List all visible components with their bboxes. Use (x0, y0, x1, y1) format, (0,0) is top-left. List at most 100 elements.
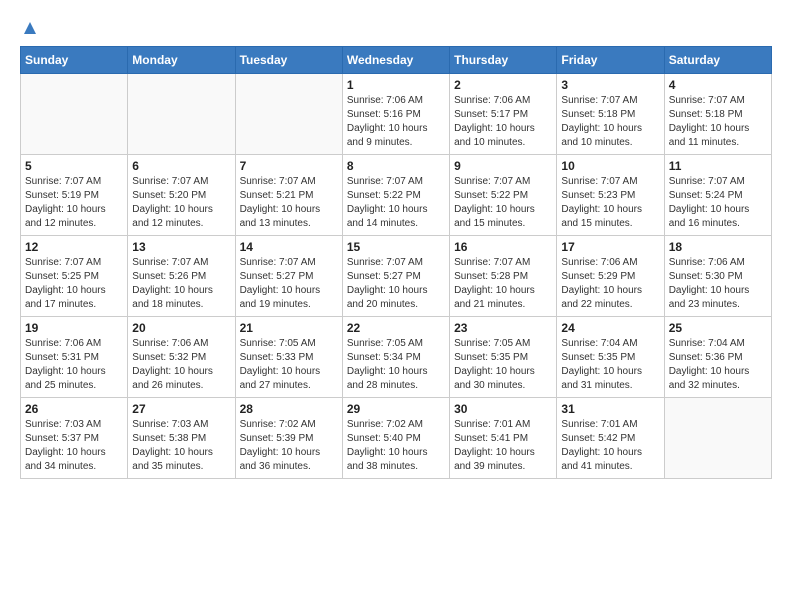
calendar-day-cell: 17 Sunrise: 7:06 AMSunset: 5:29 PMDayligh… (557, 236, 664, 317)
day-info: Sunrise: 7:07 AMSunset: 5:18 PMDaylight:… (669, 94, 767, 150)
day-number: 16 (454, 240, 552, 254)
calendar-day-cell (128, 74, 235, 155)
day-number: 19 (25, 321, 123, 335)
calendar-day-cell: 15Sunrise: 7:07 AMSunset: 5:27 PMDayligh… (342, 236, 449, 317)
day-info: Sunrise: 7:06 AMSunset: 5:32 PMDaylight:… (132, 337, 230, 393)
calendar-day-cell: 19 Sunrise: 7:06 AMSunset: 5:31 PMDayligh… (21, 317, 128, 398)
calendar-day-cell: 6 Sunrise: 7:07 AMSunset: 5:20 PMDaylight… (128, 155, 235, 236)
day-number: 7 (240, 159, 338, 173)
day-of-week-header: Tuesday (235, 47, 342, 74)
calendar-week-row: 1 Sunrise: 7:06 AMSunset: 5:16 PMDaylight… (21, 74, 772, 155)
day-number: 26 (25, 402, 123, 416)
day-number: 5 (25, 159, 123, 173)
day-info: Sunrise: 7:07 AMSunset: 5:24 PMDaylight:… (669, 175, 767, 231)
calendar-week-row: 5 Sunrise: 7:07 AMSunset: 5:19 PMDaylight… (21, 155, 772, 236)
day-info: Sunrise: 7:02 AMSunset: 5:40 PMDaylight:… (347, 418, 445, 474)
calendar-day-cell: 31 Sunrise: 7:01 AMSunset: 5:42 PMDayligh… (557, 398, 664, 479)
day-number: 2 (454, 78, 552, 92)
calendar-day-cell: 14 Sunrise: 7:07 AMSunset: 5:27 PMDayligh… (235, 236, 342, 317)
day-info: Sunrise: 7:06 AMSunset: 5:16 PMDaylight:… (347, 94, 445, 150)
calendar-day-cell: 12 Sunrise: 7:07 AMSunset: 5:25 PMDayligh… (21, 236, 128, 317)
logo (20, 20, 38, 36)
day-info: Sunrise: 7:07 AMSunset: 5:19 PMDaylight:… (25, 175, 123, 231)
calendar-week-row: 26 Sunrise: 7:03 AMSunset: 5:37 PMDayligh… (21, 398, 772, 479)
calendar-day-cell: 16 Sunrise: 7:07 AMSunset: 5:28 PMDayligh… (450, 236, 557, 317)
day-info: Sunrise: 7:07 AMSunset: 5:28 PMDaylight:… (454, 256, 552, 312)
day-number: 25 (669, 321, 767, 335)
day-number: 15 (347, 240, 445, 254)
calendar-day-cell: 7 Sunrise: 7:07 AMSunset: 5:21 PMDaylight… (235, 155, 342, 236)
day-info: Sunrise: 7:06 AMSunset: 5:29 PMDaylight:… (561, 256, 659, 312)
calendar-day-cell: 23 Sunrise: 7:05 AMSunset: 5:35 PMDayligh… (450, 317, 557, 398)
calendar-week-row: 19 Sunrise: 7:06 AMSunset: 5:31 PMDayligh… (21, 317, 772, 398)
calendar-table: SundayMondayTuesdayWednesdayThursdayFrid… (20, 46, 772, 479)
day-info: Sunrise: 7:05 AMSunset: 5:34 PMDaylight:… (347, 337, 445, 393)
day-info: Sunrise: 7:05 AMSunset: 5:35 PMDaylight:… (454, 337, 552, 393)
day-info: Sunrise: 7:06 AMSunset: 5:30 PMDaylight:… (669, 256, 767, 312)
day-of-week-header: Thursday (450, 47, 557, 74)
day-number: 20 (132, 321, 230, 335)
calendar-day-cell: 13Sunrise: 7:07 AMSunset: 5:26 PMDayligh… (128, 236, 235, 317)
day-number: 31 (561, 402, 659, 416)
calendar-day-cell: 30Sunrise: 7:01 AMSunset: 5:41 PMDayligh… (450, 398, 557, 479)
day-number: 27 (132, 402, 230, 416)
page-header (20, 20, 772, 36)
day-number: 9 (454, 159, 552, 173)
calendar-day-cell: 26 Sunrise: 7:03 AMSunset: 5:37 PMDayligh… (21, 398, 128, 479)
calendar-day-cell: 3Sunrise: 7:07 AMSunset: 5:18 PMDaylight… (557, 74, 664, 155)
calendar-header-row: SundayMondayTuesdayWednesdayThursdayFrid… (21, 47, 772, 74)
day-of-week-header: Monday (128, 47, 235, 74)
day-number: 30 (454, 402, 552, 416)
calendar-day-cell: 11 Sunrise: 7:07 AMSunset: 5:24 PMDayligh… (664, 155, 771, 236)
calendar-day-cell: 1 Sunrise: 7:06 AMSunset: 5:16 PMDaylight… (342, 74, 449, 155)
day-info: Sunrise: 7:07 AMSunset: 5:22 PMDaylight:… (347, 175, 445, 231)
day-of-week-header: Wednesday (342, 47, 449, 74)
day-info: Sunrise: 7:04 AMSunset: 5:35 PMDaylight:… (561, 337, 659, 393)
day-info: Sunrise: 7:03 AMSunset: 5:37 PMDaylight:… (25, 418, 123, 474)
calendar-day-cell (235, 74, 342, 155)
calendar-day-cell: 9 Sunrise: 7:07 AMSunset: 5:22 PMDaylight… (450, 155, 557, 236)
calendar-day-cell: 8 Sunrise: 7:07 AMSunset: 5:22 PMDaylight… (342, 155, 449, 236)
day-info: Sunrise: 7:02 AMSunset: 5:39 PMDaylight:… (240, 418, 338, 474)
day-number: 24 (561, 321, 659, 335)
day-number: 21 (240, 321, 338, 335)
day-number: 3 (561, 78, 659, 92)
day-number: 23 (454, 321, 552, 335)
day-info: Sunrise: 7:05 AMSunset: 5:33 PMDaylight:… (240, 337, 338, 393)
day-number: 8 (347, 159, 445, 173)
calendar-day-cell: 5 Sunrise: 7:07 AMSunset: 5:19 PMDaylight… (21, 155, 128, 236)
day-number: 4 (669, 78, 767, 92)
day-number: 6 (132, 159, 230, 173)
day-number: 14 (240, 240, 338, 254)
day-info: Sunrise: 7:07 AMSunset: 5:22 PMDaylight:… (454, 175, 552, 231)
day-info: Sunrise: 7:07 AMSunset: 5:20 PMDaylight:… (132, 175, 230, 231)
calendar-day-cell: 27 Sunrise: 7:03 AMSunset: 5:38 PMDayligh… (128, 398, 235, 479)
day-number: 22 (347, 321, 445, 335)
calendar-day-cell: 20 Sunrise: 7:06 AMSunset: 5:32 PMDayligh… (128, 317, 235, 398)
calendar-day-cell: 22 Sunrise: 7:05 AMSunset: 5:34 PMDayligh… (342, 317, 449, 398)
day-info: Sunrise: 7:07 AMSunset: 5:21 PMDaylight:… (240, 175, 338, 231)
day-info: Sunrise: 7:03 AMSunset: 5:38 PMDaylight:… (132, 418, 230, 474)
calendar-day-cell: 28 Sunrise: 7:02 AMSunset: 5:39 PMDayligh… (235, 398, 342, 479)
day-number: 17 (561, 240, 659, 254)
day-number: 11 (669, 159, 767, 173)
day-of-week-header: Friday (557, 47, 664, 74)
day-number: 18 (669, 240, 767, 254)
calendar-day-cell: 24 Sunrise: 7:04 AMSunset: 5:35 PMDayligh… (557, 317, 664, 398)
calendar-day-cell: 29Sunrise: 7:02 AMSunset: 5:40 PMDayligh… (342, 398, 449, 479)
calendar-day-cell: 18 Sunrise: 7:06 AMSunset: 5:30 PMDayligh… (664, 236, 771, 317)
day-info: Sunrise: 7:01 AMSunset: 5:42 PMDaylight:… (561, 418, 659, 474)
day-number: 28 (240, 402, 338, 416)
day-number: 10 (561, 159, 659, 173)
day-number: 12 (25, 240, 123, 254)
day-info: Sunrise: 7:07 AMSunset: 5:27 PMDaylight:… (240, 256, 338, 312)
calendar-week-row: 12 Sunrise: 7:07 AMSunset: 5:25 PMDayligh… (21, 236, 772, 317)
day-number: 1 (347, 78, 445, 92)
day-number: 13 (132, 240, 230, 254)
day-of-week-header: Saturday (664, 47, 771, 74)
logo-icon (22, 20, 38, 36)
calendar-day-cell: 2Sunrise: 7:06 AMSunset: 5:17 PMDaylight… (450, 74, 557, 155)
day-info: Sunrise: 7:06 AMSunset: 5:31 PMDaylight:… (25, 337, 123, 393)
day-info: Sunrise: 7:07 AMSunset: 5:25 PMDaylight:… (25, 256, 123, 312)
calendar-day-cell: 4 Sunrise: 7:07 AMSunset: 5:18 PMDaylight… (664, 74, 771, 155)
